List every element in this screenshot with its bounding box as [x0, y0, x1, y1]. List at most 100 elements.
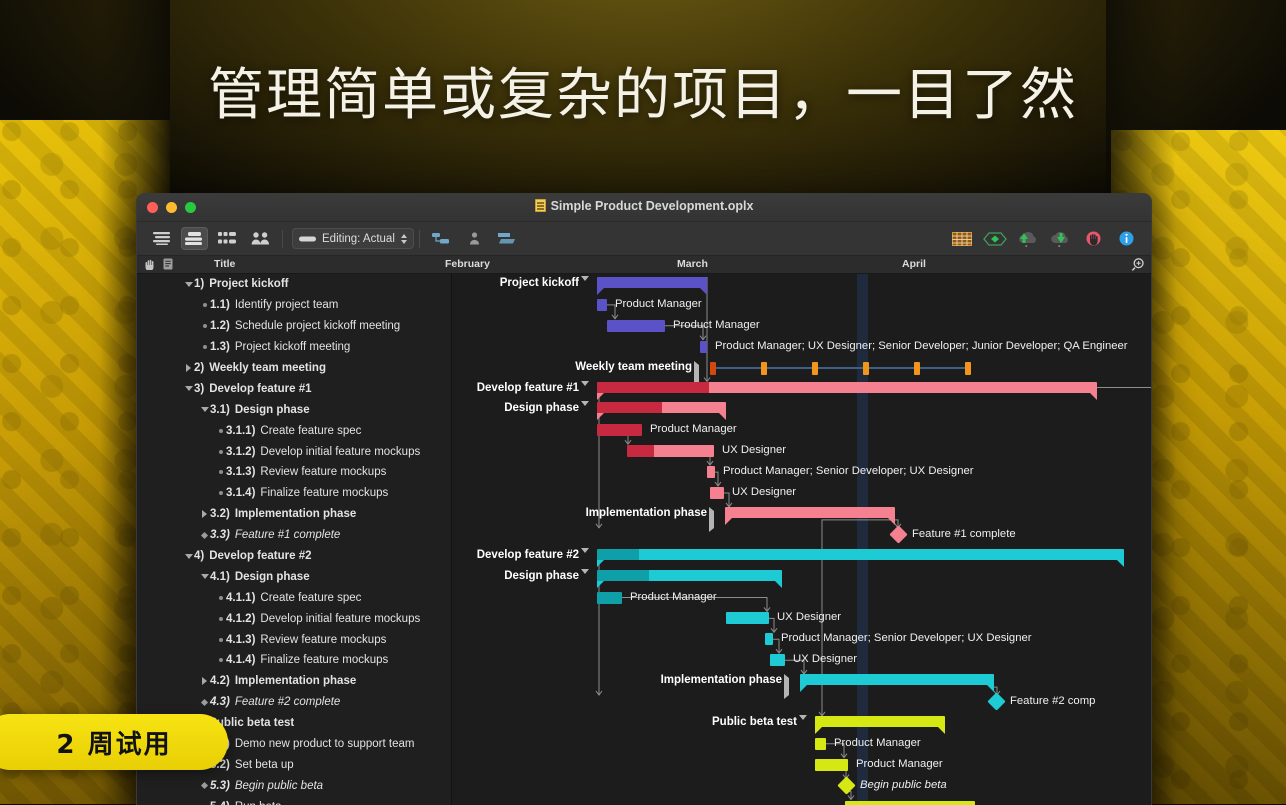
stop-button[interactable] — [1080, 227, 1107, 250]
outline-row-number: 3.1.1) — [226, 425, 255, 437]
outline-row-title: Develop feature #2 — [209, 550, 311, 562]
gantt-meeting-tick[interactable] — [812, 362, 818, 375]
outline-row[interactable]: 4.1)Design phase — [137, 566, 451, 587]
task-shape-button[interactable] — [494, 227, 521, 250]
gantt-bar[interactable] — [815, 716, 945, 727]
outline-row[interactable]: 3.1.3)Review feature mockups — [137, 462, 451, 483]
gantt-meeting-tick[interactable] — [761, 362, 767, 375]
gantt-bar-label: Product Manager; UX Designer; Senior Dev… — [715, 340, 1128, 352]
gantt-row: Feature #1 complete — [452, 525, 1151, 546]
editing-mode-selector[interactable]: Editing: Actual — [292, 228, 414, 249]
outline-row[interactable]: 4.1.2)Develop initial feature mockups — [137, 608, 451, 629]
outline-row-title: Run beta — [235, 801, 282, 805]
gantt-meeting-tick[interactable] — [965, 362, 971, 375]
outline-row[interactable]: 1.1)Identify project team — [137, 295, 451, 316]
gantt-bar-label: Product Manager — [615, 298, 702, 310]
outline-row[interactable]: 5.3)Begin public beta — [137, 775, 451, 796]
gantt-meeting-tick[interactable] — [863, 362, 869, 375]
gantt-bar[interactable] — [725, 507, 895, 518]
gantt-milestone[interactable] — [987, 692, 1005, 710]
gantt-bar[interactable] — [597, 424, 642, 436]
gantt-row: UX Designer — [452, 483, 1151, 504]
outline-row-title: Design phase — [235, 404, 310, 416]
outline-row[interactable]: 1.3)Project kickoff meeting — [137, 337, 451, 358]
tri-d-icon[interactable] — [183, 282, 194, 287]
outline-row[interactable]: 4.1.4)Finalize feature mockups — [137, 650, 451, 671]
gantt-milestone[interactable] — [837, 776, 855, 794]
gantt-panel[interactable]: Project kickoffProduct ManagerProduct Ma… — [452, 274, 1151, 805]
outline-row[interactable]: 3.2)Implementation phase — [137, 504, 451, 525]
tri-r-icon[interactable] — [183, 364, 194, 372]
filter-diamond-icon — [983, 232, 1007, 246]
window-body: 1)Project kickoff1.1)Identify project te… — [137, 274, 1151, 805]
outline-row[interactable]: 1)Project kickoff — [137, 274, 451, 295]
gantt-bar[interactable] — [770, 654, 785, 666]
outline-row[interactable]: 4.3)Feature #2 complete — [137, 692, 451, 713]
note-column-icon[interactable] — [163, 258, 173, 273]
gantt-bar[interactable] — [710, 487, 724, 499]
grab-hand-icon[interactable] — [144, 258, 156, 273]
gantt-bar[interactable] — [845, 801, 975, 805]
gantt-row: Product Manager; Senior Developer; UX De… — [452, 629, 1151, 650]
outline-row[interactable]: 1.2)Schedule project kickoff meeting — [137, 316, 451, 337]
tri-d-icon[interactable] — [183, 386, 194, 391]
gantt-bar[interactable] — [597, 382, 1097, 393]
gantt-bar[interactable] — [800, 674, 994, 685]
gantt-bar-label: Feature #2 comp — [1010, 695, 1095, 707]
gantt-bar[interactable] — [707, 466, 715, 478]
outline-row[interactable]: 4.1.1)Create feature spec — [137, 587, 451, 608]
dot-icon — [199, 345, 210, 349]
gantt-bar[interactable] — [815, 738, 826, 750]
tri-d-icon[interactable] — [199, 574, 210, 579]
network-view-button[interactable] — [214, 227, 241, 250]
outline-row[interactable]: 3.1)Design phase — [137, 399, 451, 420]
resource-assign-button[interactable] — [461, 227, 488, 250]
tri-d-icon[interactable] — [183, 554, 194, 559]
outline-row-title: Finalize feature mockups — [260, 487, 388, 499]
gantt-bar[interactable] — [700, 341, 707, 353]
gantt-bar[interactable] — [765, 633, 773, 645]
tri-r-icon[interactable] — [199, 677, 210, 685]
outline-row-number: 5.3) — [210, 780, 230, 792]
tri-r-icon[interactable] — [199, 510, 210, 518]
gantt-bar[interactable] — [597, 299, 607, 311]
gantt-bar[interactable] — [597, 592, 622, 604]
gantt-bar[interactable] — [597, 570, 782, 581]
outline-row[interactable]: 4) Develop feature #2 — [137, 546, 451, 567]
dependency-button[interactable] — [428, 227, 455, 250]
outline-row[interactable]: 4.2)Implementation phase — [137, 671, 451, 692]
gantt-row: Product Manager — [452, 734, 1151, 755]
gantt-bar[interactable] — [597, 549, 1124, 560]
filter-button[interactable] — [981, 227, 1008, 250]
info-button[interactable] — [1113, 227, 1140, 250]
gantt-meeting-tick[interactable] — [710, 362, 716, 375]
tri-d-icon[interactable] — [199, 407, 210, 412]
gantt-meeting-tick[interactable] — [914, 362, 920, 375]
publish-up-button[interactable] — [1014, 227, 1041, 250]
outline-row[interactable]: 4.1.3)Review feature mockups — [137, 629, 451, 650]
gantt-view-button[interactable] — [181, 227, 208, 250]
gantt-bar[interactable] — [597, 277, 707, 288]
outline-row-number: 4) — [194, 550, 204, 562]
gantt-bar[interactable] — [726, 612, 769, 624]
outline-row[interactable]: 3.3)Feature #1 complete — [137, 525, 451, 546]
gantt-bar[interactable] — [815, 759, 848, 771]
outline-row[interactable]: 3.1.4)Finalize feature mockups — [137, 483, 451, 504]
outline-view-button[interactable] — [148, 227, 175, 250]
zoom-timeline-icon[interactable] — [1131, 257, 1145, 271]
gantt-bar[interactable] — [607, 320, 665, 332]
trial-badge-label: 2 周试用 — [38, 724, 171, 761]
outline-row[interactable]: 3.1.2)Develop initial feature mockups — [137, 441, 451, 462]
outline-row[interactable]: 2)Weekly team meeting — [137, 358, 451, 379]
gantt-bar[interactable] — [597, 402, 726, 413]
outline-row[interactable]: 3.1.1)Create feature spec — [137, 420, 451, 441]
gantt-milestone[interactable] — [889, 525, 907, 543]
column-title[interactable]: Title — [214, 258, 235, 270]
resources-view-button[interactable] — [247, 227, 274, 250]
table-view-button[interactable] — [948, 227, 975, 250]
gantt-bar-label: UX Designer — [793, 653, 857, 665]
dot-icon — [215, 617, 226, 621]
gantt-bar[interactable] — [627, 445, 714, 457]
publish-down-button[interactable] — [1047, 227, 1074, 250]
outline-row[interactable]: 3)Develop feature #1 — [137, 378, 451, 399]
